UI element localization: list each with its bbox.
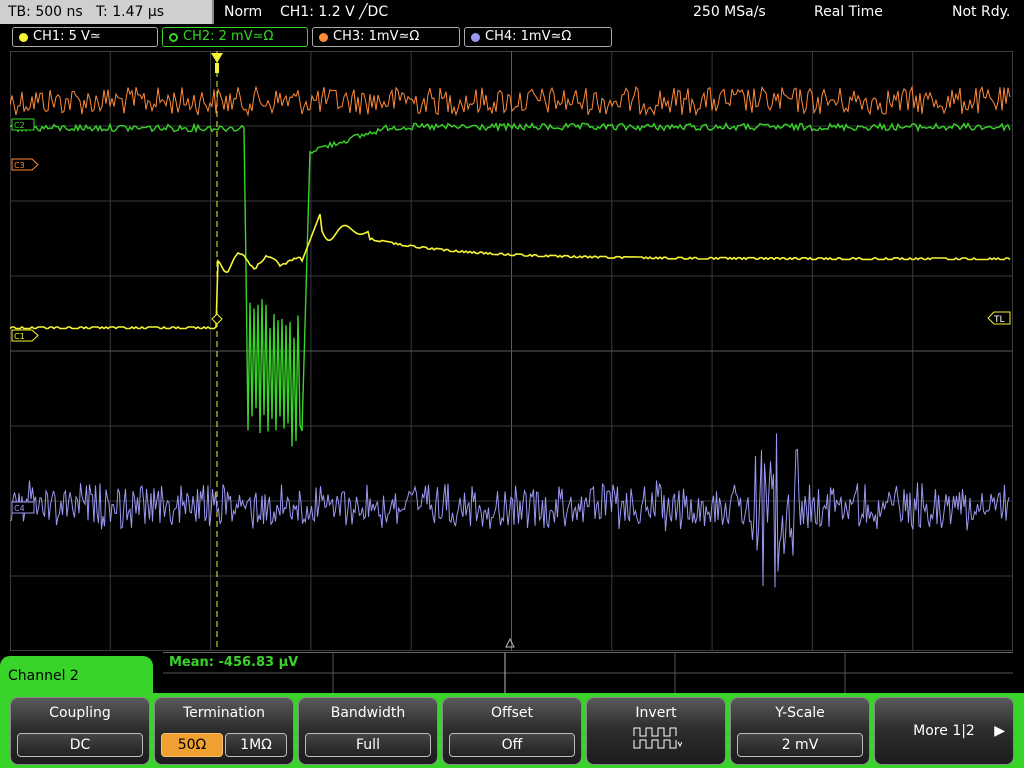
offset-button[interactable]: Offset Off — [442, 697, 582, 765]
waveform-canvas: C2 C3 C1 C4 TL — [10, 51, 1013, 651]
yscale-button[interactable]: Y-Scale 2 mV — [730, 697, 870, 765]
yscale-value[interactable]: 2 mV — [737, 733, 863, 757]
bandwidth-button[interactable]: Bandwidth Full — [298, 697, 438, 765]
termination-1mohm[interactable]: 1MΩ — [225, 733, 287, 757]
coupling-title: Coupling — [49, 705, 111, 721]
invert-waveform-icon — [633, 727, 682, 749]
more-button[interactable]: More 1|2 ▶ — [874, 697, 1014, 765]
acquisition-status: Not Rdy. — [952, 4, 1011, 20]
ch3-label: CH3: 1mV≃Ω — [333, 29, 420, 44]
trigger-marker-stem — [215, 63, 219, 73]
svg-text:TL: TL — [993, 315, 1005, 325]
termination-50ohm[interactable]: 50Ω — [161, 733, 223, 757]
timebase-value: TB: 500 ns — [8, 4, 83, 20]
c1-ground-marker[interactable]: C1 — [11, 329, 39, 342]
trigger-mode[interactable]: Norm — [224, 0, 262, 24]
termination-button[interactable]: Termination 50Ω 1MΩ — [154, 697, 294, 765]
bandwidth-value[interactable]: Full — [305, 733, 431, 757]
svg-text:C4: C4 — [14, 504, 25, 513]
coupling-value[interactable]: DC — [17, 733, 143, 757]
svg-text:C2: C2 — [14, 121, 25, 130]
tab-ch3[interactable]: CH3: 1mV≃Ω — [312, 27, 460, 47]
yscale-title: Y-Scale — [775, 705, 825, 721]
measurement-panel: Mean: -456.83 µV — [163, 652, 1013, 693]
coupling-button[interactable]: Coupling DC — [10, 697, 150, 765]
ch4-color-dot — [471, 33, 480, 42]
ch2-color-dot — [169, 33, 178, 42]
trigger-time-value: T: 1.47 µs — [96, 4, 165, 20]
trigger-source[interactable]: CH1: 1.2 V ╱DC — [280, 0, 388, 24]
status-bar: TB: 500 ns T: 1.47 µs Norm CH1: 1.2 V ╱D… — [0, 0, 1024, 26]
ch3-color-dot — [319, 33, 328, 42]
right-arrow-icon: ▶ — [994, 723, 1005, 739]
timebase-box[interactable]: TB: 500 ns T: 1.47 µs — [0, 0, 214, 24]
more-title: More 1|2 — [913, 723, 975, 739]
svg-text:C1: C1 — [14, 332, 25, 341]
channel-tabs: CH1: 5 V≃ CH2: 2 mV≃Ω CH3: 1mV≃Ω CH4: 1m… — [0, 27, 1024, 49]
c2-ground-marker[interactable]: C2 — [11, 118, 35, 131]
tab-ch4[interactable]: CH4: 1mV≃Ω — [464, 27, 612, 47]
ch4-label: CH4: 1mV≃Ω — [485, 29, 572, 44]
acquisition-mode: Real Time — [814, 4, 883, 20]
waveform-display[interactable]: C2 C3 C1 C4 TL — [10, 51, 1013, 651]
bandwidth-title: Bandwidth — [330, 705, 406, 721]
invert-button[interactable]: Invert — [586, 697, 726, 765]
svg-text:C3: C3 — [14, 161, 25, 170]
c3-ground-marker[interactable]: C3 — [11, 158, 39, 171]
ch1-label: CH1: 5 V≃ — [33, 29, 101, 44]
tab-ch2[interactable]: CH2: 2 mV≃Ω — [162, 27, 308, 47]
offset-value[interactable]: Off — [449, 733, 575, 757]
ch2-label: CH2: 2 mV≃Ω — [183, 29, 274, 44]
tab-ch1[interactable]: CH1: 5 V≃ — [12, 27, 158, 47]
offset-title: Offset — [490, 705, 534, 721]
invert-title: Invert — [635, 705, 677, 721]
termination-title: Termination — [182, 705, 266, 721]
ch1-color-dot — [19, 33, 28, 42]
measurement-grid — [163, 653, 1013, 693]
c4-ground-marker[interactable]: C4 — [11, 501, 35, 514]
sample-rate: 250 MSa/s — [693, 4, 766, 20]
menu-title: Channel 2 — [8, 668, 79, 684]
